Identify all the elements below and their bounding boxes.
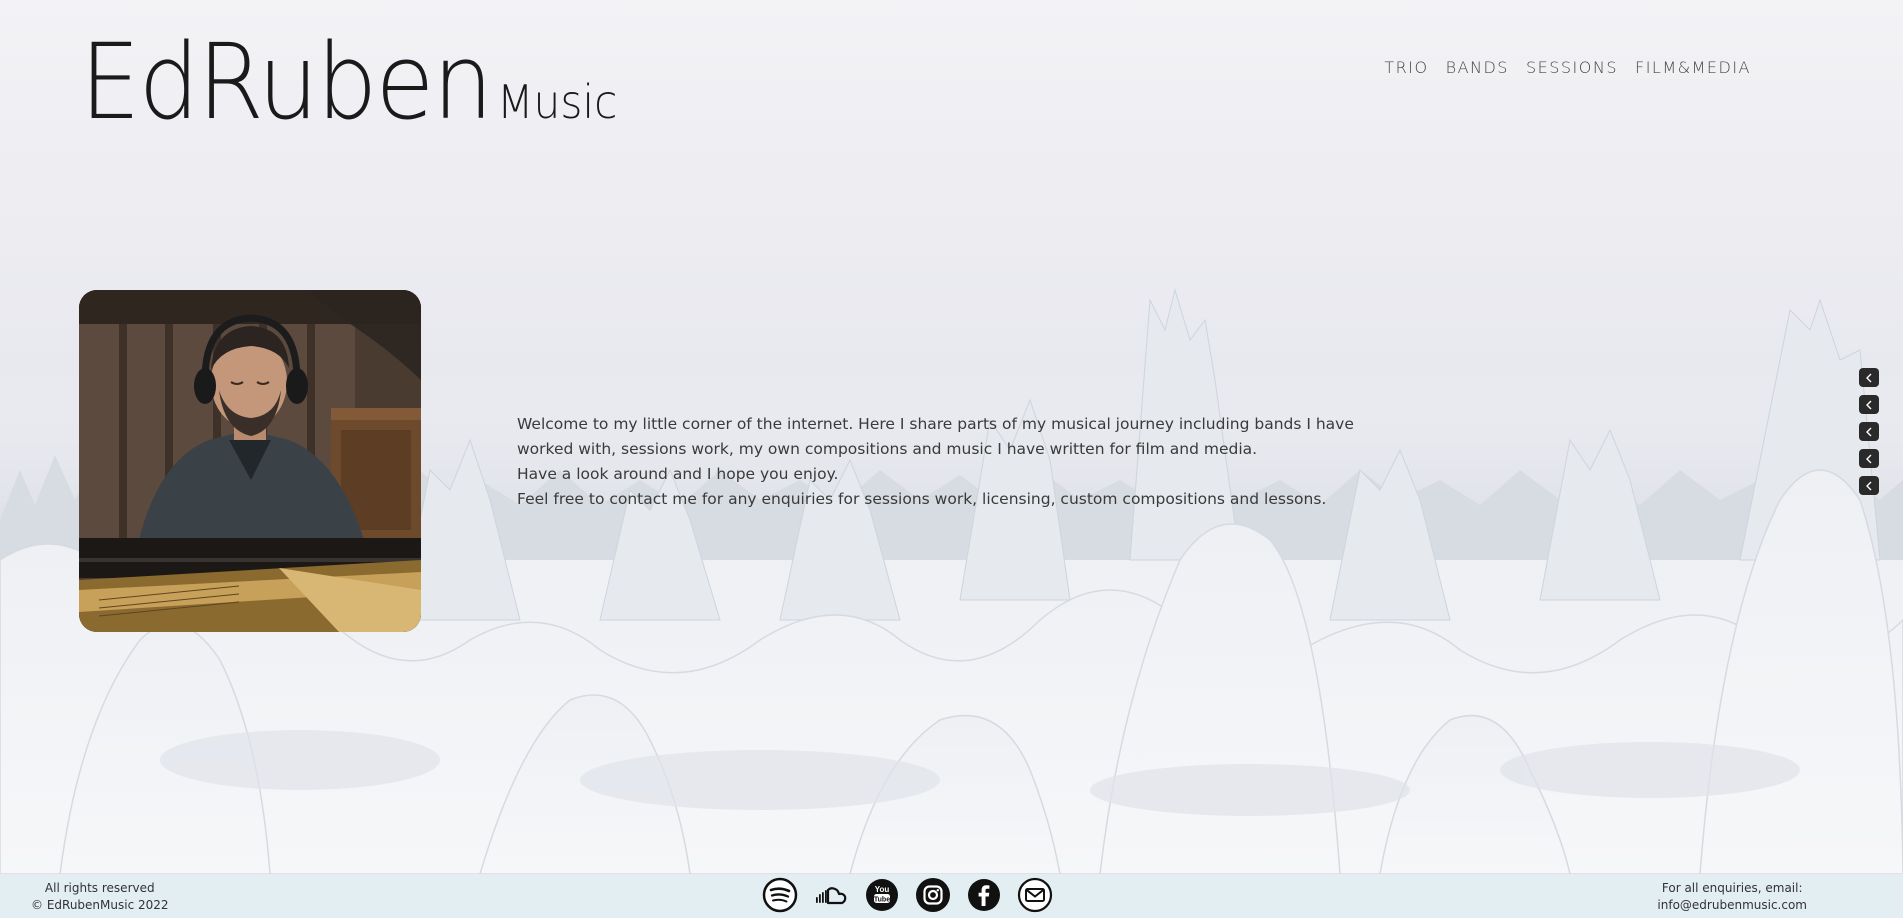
chevron-left-icon <box>1866 427 1872 436</box>
nav-item-bands[interactable]: BANDS <box>1446 58 1509 77</box>
spotify-link[interactable] <box>762 877 798 913</box>
facebook-icon <box>968 879 1000 911</box>
page: EdRuben Music TRIO BANDS SESSIONS FILM&ME… <box>0 0 1903 918</box>
nav-item-film-media[interactable]: FILM&MEDIA <box>1635 58 1751 77</box>
side-nav-button-5[interactable] <box>1859 476 1879 495</box>
side-nav-button-3[interactable] <box>1859 422 1879 441</box>
chevron-left-icon <box>1866 481 1872 490</box>
contact-email-link[interactable]: info@edrubenmusic.com <box>1657 898 1807 912</box>
youtube-link[interactable]: You Tube <box>864 877 900 913</box>
logo-main-text: EdRuben <box>80 21 493 143</box>
main-nav: TRIO BANDS SESSIONS FILM&MEDIA <box>1384 58 1751 77</box>
copyright-text: © EdRubenMusic 2022 <box>31 898 169 912</box>
youtube-icon: You Tube <box>866 879 898 911</box>
nav-item-sessions[interactable]: SESSIONS <box>1526 58 1618 77</box>
logo-sub-text: Music <box>497 75 618 129</box>
svg-text:Tube: Tube <box>874 896 890 903</box>
email-icon <box>1017 877 1053 913</box>
footer: All rights reserved © EdRubenMusic 2022 <box>0 874 1903 918</box>
email-link[interactable] <box>1017 877 1053 913</box>
spotify-icon <box>762 877 798 913</box>
chevron-left-icon <box>1866 454 1872 463</box>
side-nav <box>1859 368 1879 495</box>
contact-label: For all enquiries, email: <box>1661 881 1803 895</box>
site-logo[interactable]: EdRuben Music <box>80 30 628 134</box>
rights-text: All rights reserved <box>44 881 155 895</box>
intro-text: Welcome to my little corner of the inter… <box>517 412 1357 512</box>
intro-paragraph-3: Feel free to contact me for any enquirie… <box>517 490 1327 508</box>
social-links: You Tube <box>762 877 1053 913</box>
chevron-left-icon <box>1866 400 1872 409</box>
facebook-link[interactable] <box>966 877 1002 913</box>
footer-copyright: All rights reserved © EdRubenMusic 2022 <box>31 880 169 914</box>
nav-item-trio[interactable]: TRIO <box>1384 58 1428 77</box>
svg-text:You: You <box>875 885 890 894</box>
soundcloud-icon <box>816 887 847 905</box>
side-nav-button-2[interactable] <box>1859 395 1879 414</box>
intro-paragraph-2: Have a look around and I hope you enjoy. <box>517 465 839 483</box>
instagram-icon <box>916 878 950 912</box>
intro-paragraph-1: Welcome to my little corner of the inter… <box>517 415 1354 458</box>
side-nav-button-4[interactable] <box>1859 449 1879 468</box>
side-nav-button-1[interactable] <box>1859 368 1879 387</box>
footer-contact: For all enquiries, email: info@edrubenmu… <box>1657 880 1807 914</box>
profile-photo <box>79 290 421 632</box>
instagram-link[interactable] <box>915 877 951 913</box>
soundcloud-link[interactable] <box>813 877 849 913</box>
chevron-left-icon <box>1866 373 1872 382</box>
